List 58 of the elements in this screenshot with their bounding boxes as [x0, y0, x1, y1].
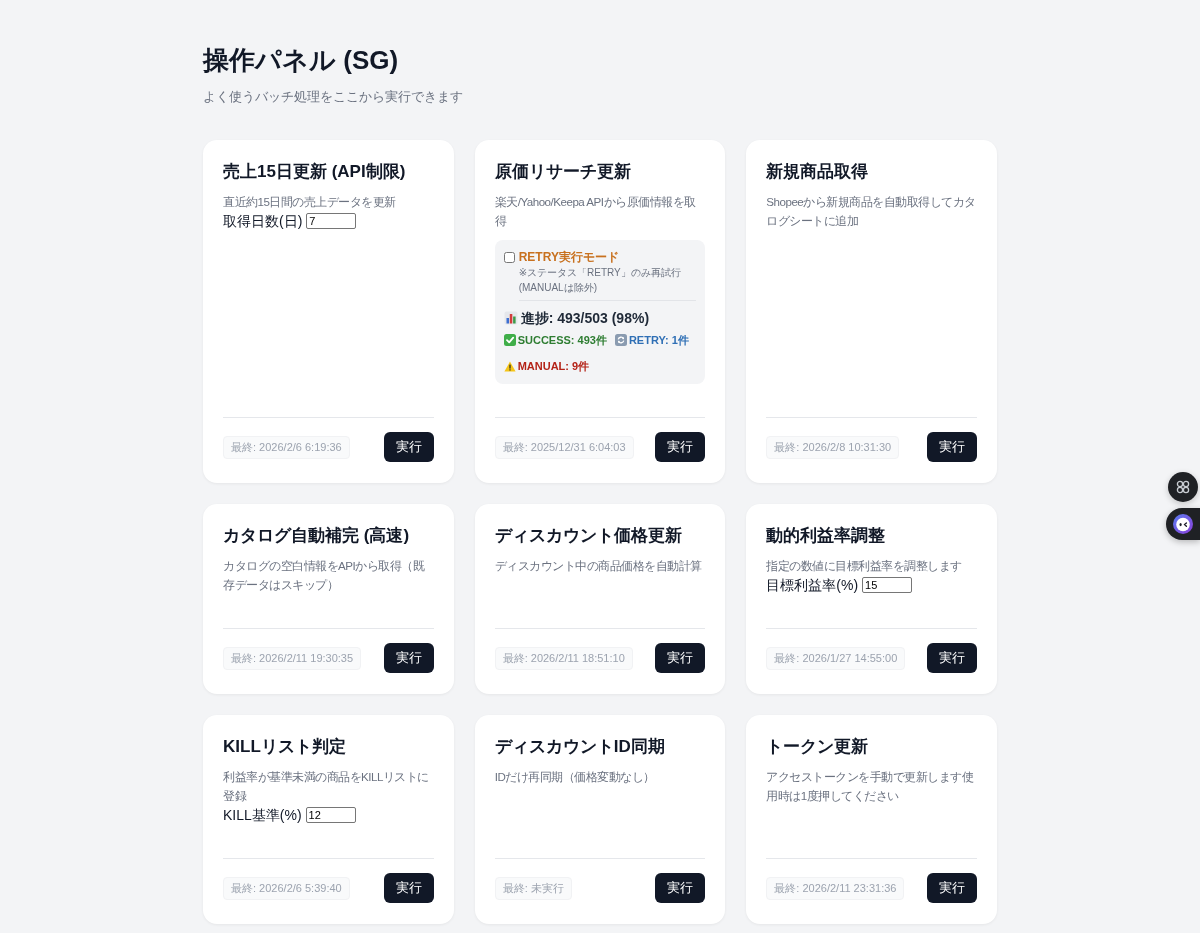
field-label: 取得日数(日): [223, 212, 303, 231]
robot-face-icon: [1173, 514, 1193, 534]
warning-icon: [503, 360, 516, 372]
assistant-button[interactable]: [1166, 508, 1200, 540]
card-title: 新規商品取得: [766, 161, 870, 183]
run-button[interactable]: 実行: [655, 873, 706, 903]
card-description: カタログの空白情報をAPIから取得（既存データはスキップ）: [223, 558, 426, 593]
manual-count: MANUAL: 9件: [517, 359, 590, 374]
last-run-badge: 最終: 2025/12/31 6:04:03: [494, 435, 634, 459]
card-description: アクセストークンを手動で更新します使用時は1度押してください: [766, 769, 975, 804]
run-button[interactable]: 実行: [383, 432, 434, 462]
bar-chart-icon: [503, 311, 518, 325]
card-description: 直近約15日間の売上データを更新: [223, 194, 397, 210]
clover-icon: [1176, 480, 1190, 494]
last-run-badge: 最終: 未実行: [494, 876, 572, 900]
last-run-badge: 最終: 2026/2/6 6:19:36: [223, 435, 350, 459]
number-field[interactable]: 7: [306, 213, 357, 229]
run-button[interactable]: 実行: [655, 432, 706, 462]
card-description: 利益率が基準未満の商品をKILLリストに登録: [223, 769, 430, 804]
number-field[interactable]: 15: [862, 577, 913, 593]
retry-mode-checkbox[interactable]: [503, 251, 515, 263]
run-button[interactable]: 実行: [383, 873, 434, 903]
run-button[interactable]: 実行: [927, 432, 977, 462]
progress-text: 進捗: 493/503 (98%): [520, 309, 650, 328]
run-button[interactable]: 実行: [383, 643, 434, 673]
field-label: KILL基準(%): [223, 806, 302, 825]
card-description: 指定の数値に目標利益率を調整します: [766, 558, 963, 574]
refresh-icon: [614, 334, 627, 346]
card-title: カタログ自動補完 (高速): [223, 525, 411, 547]
card-title: 売上15日更新 (API制限): [223, 161, 407, 183]
field-label: 目標利益率(%): [766, 576, 859, 595]
last-run-badge: 最終: 2026/2/11 18:51:10: [494, 646, 633, 670]
card-title: ディスカウント価格更新: [494, 525, 683, 547]
card-description: 楽天/Yahoo/Keepa APIから原価情報を取得: [494, 194, 697, 229]
card-title: KILLリスト判定: [223, 736, 347, 758]
card-description: Shopeeから新規商品を自動取得してカタログシートに追加: [766, 194, 977, 229]
card-description: ディスカウント中の商品価格を自動計算: [494, 558, 703, 574]
page-subtitle: よく使うバッチ処理をここから実行できます: [203, 88, 464, 106]
card-description: IDだけ再同期（価格変動なし）: [494, 769, 656, 786]
last-run-badge: 最終: 2026/2/11 19:30:35: [223, 646, 362, 670]
card-title: 動的利益率調整: [766, 525, 887, 547]
card-title: ディスカウントID同期: [494, 736, 666, 758]
success-count: SUCCESS: 493件: [517, 333, 607, 348]
last-run-badge: 最終: 2026/2/6 5:39:40: [223, 876, 350, 900]
card-title: 原価リサーチ更新: [494, 161, 632, 183]
shortcuts-button[interactable]: [1168, 472, 1198, 502]
last-run-badge: 最終: 2026/2/8 10:31:30: [766, 435, 900, 459]
checkmark-icon: [503, 334, 516, 346]
run-button[interactable]: 実行: [927, 643, 977, 673]
card-title: トークン更新: [766, 736, 870, 758]
run-button[interactable]: 実行: [655, 643, 706, 673]
number-field[interactable]: 12: [305, 807, 356, 823]
last-run-badge: 最終: 2026/2/11 23:31:36: [766, 876, 905, 900]
retry-mode-note: ※ステータス「RETRY」のみ再試行 (MANUALは除外): [518, 265, 697, 301]
run-button[interactable]: 実行: [927, 873, 977, 903]
page-title: 操作パネル (SG): [203, 44, 400, 76]
last-run-badge: 最終: 2026/1/27 14:55:00: [766, 646, 906, 670]
retry-count: RETRY: 1件: [628, 333, 689, 348]
